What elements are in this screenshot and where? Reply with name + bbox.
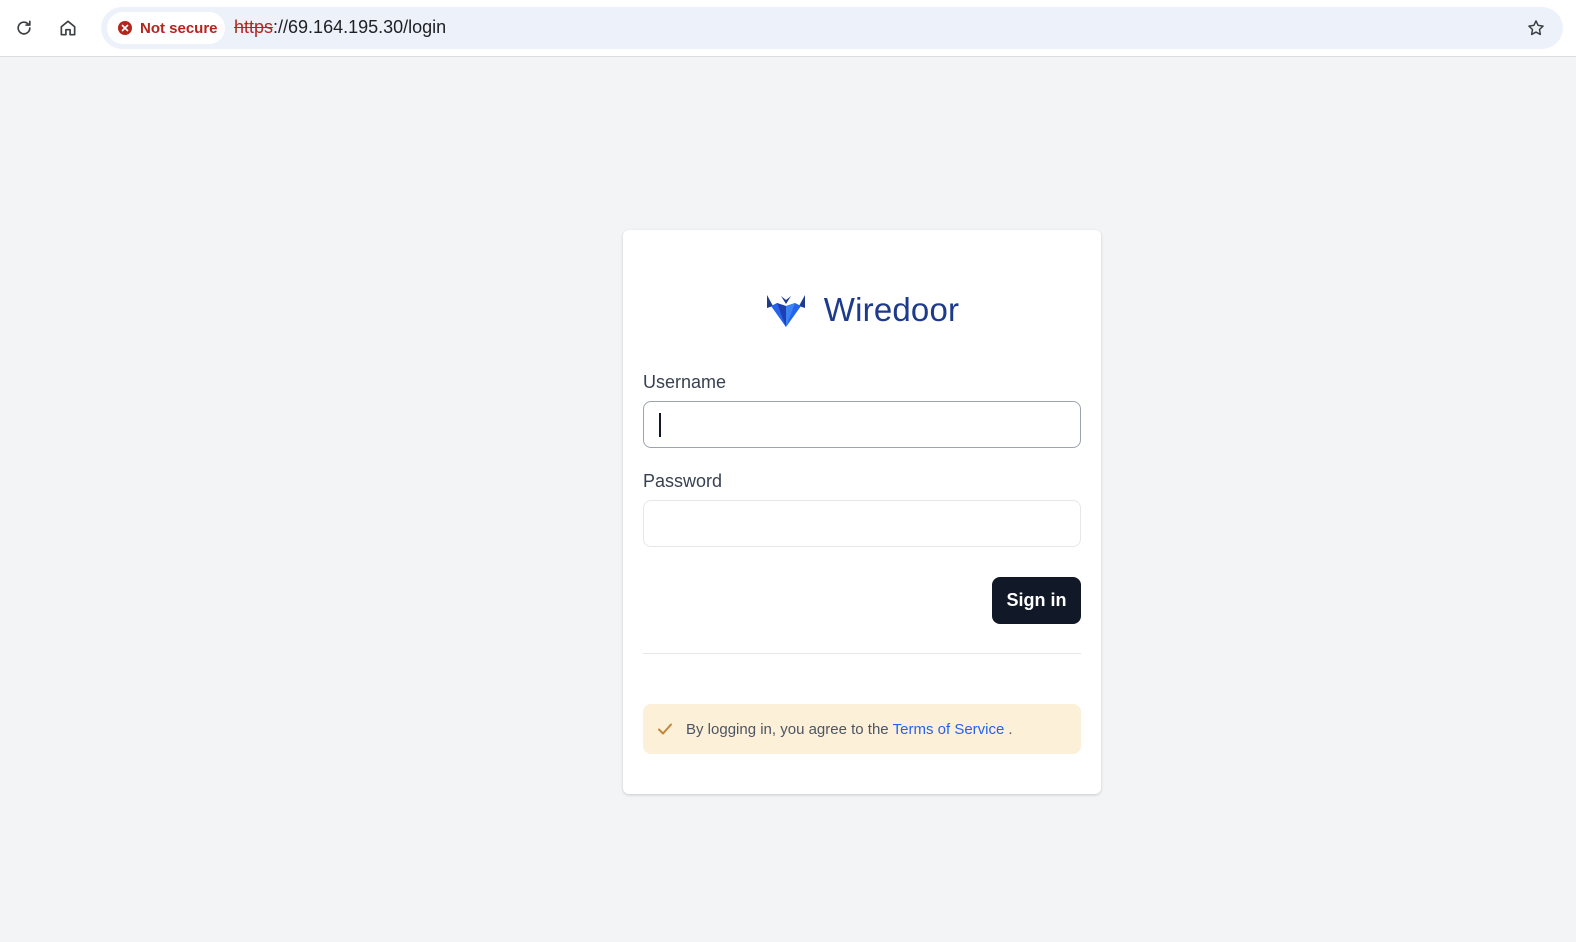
security-label: Not secure xyxy=(140,19,218,37)
url-text[interactable]: https://69.164.195.30/login xyxy=(234,17,446,38)
password-input[interactable] xyxy=(643,500,1081,547)
notice-text: By logging in, you agree to the xyxy=(686,720,889,738)
address-bar[interactable]: Not secure https://69.164.195.30/login xyxy=(101,7,1563,49)
check-icon xyxy=(658,723,672,735)
terms-of-service-link[interactable]: Terms of Service xyxy=(893,721,1005,738)
terms-notice: By logging in, you agree to the Terms of… xyxy=(643,704,1081,754)
browser-toolbar: Not secure https://69.164.195.30/login xyxy=(0,0,1576,57)
divider xyxy=(643,653,1081,654)
login-card: Wiredoor Username Password Sign in By lo… xyxy=(623,230,1101,794)
username-input[interactable] xyxy=(643,401,1081,448)
wiredoor-logo-icon xyxy=(766,295,805,327)
home-button[interactable] xyxy=(53,13,83,43)
text-caret xyxy=(659,413,661,437)
reload-button[interactable] xyxy=(9,13,39,43)
brand-name: Wiredoor xyxy=(823,291,960,328)
brand: Wiredoor xyxy=(623,288,1101,332)
bookmark-button[interactable] xyxy=(1523,15,1549,41)
home-icon xyxy=(60,20,76,36)
reload-icon xyxy=(17,20,31,35)
username-label: Username xyxy=(643,372,727,392)
star-icon xyxy=(1528,20,1544,36)
security-chip[interactable]: Not secure xyxy=(107,12,225,44)
url-scheme: https xyxy=(234,17,274,37)
sign-in-button[interactable]: Sign in xyxy=(992,577,1081,624)
notice-suffix: . xyxy=(1008,720,1013,738)
not-secure-icon xyxy=(118,21,132,35)
url-path: ://69.164.195.30/login xyxy=(273,17,447,37)
password-label: Password xyxy=(643,471,723,491)
